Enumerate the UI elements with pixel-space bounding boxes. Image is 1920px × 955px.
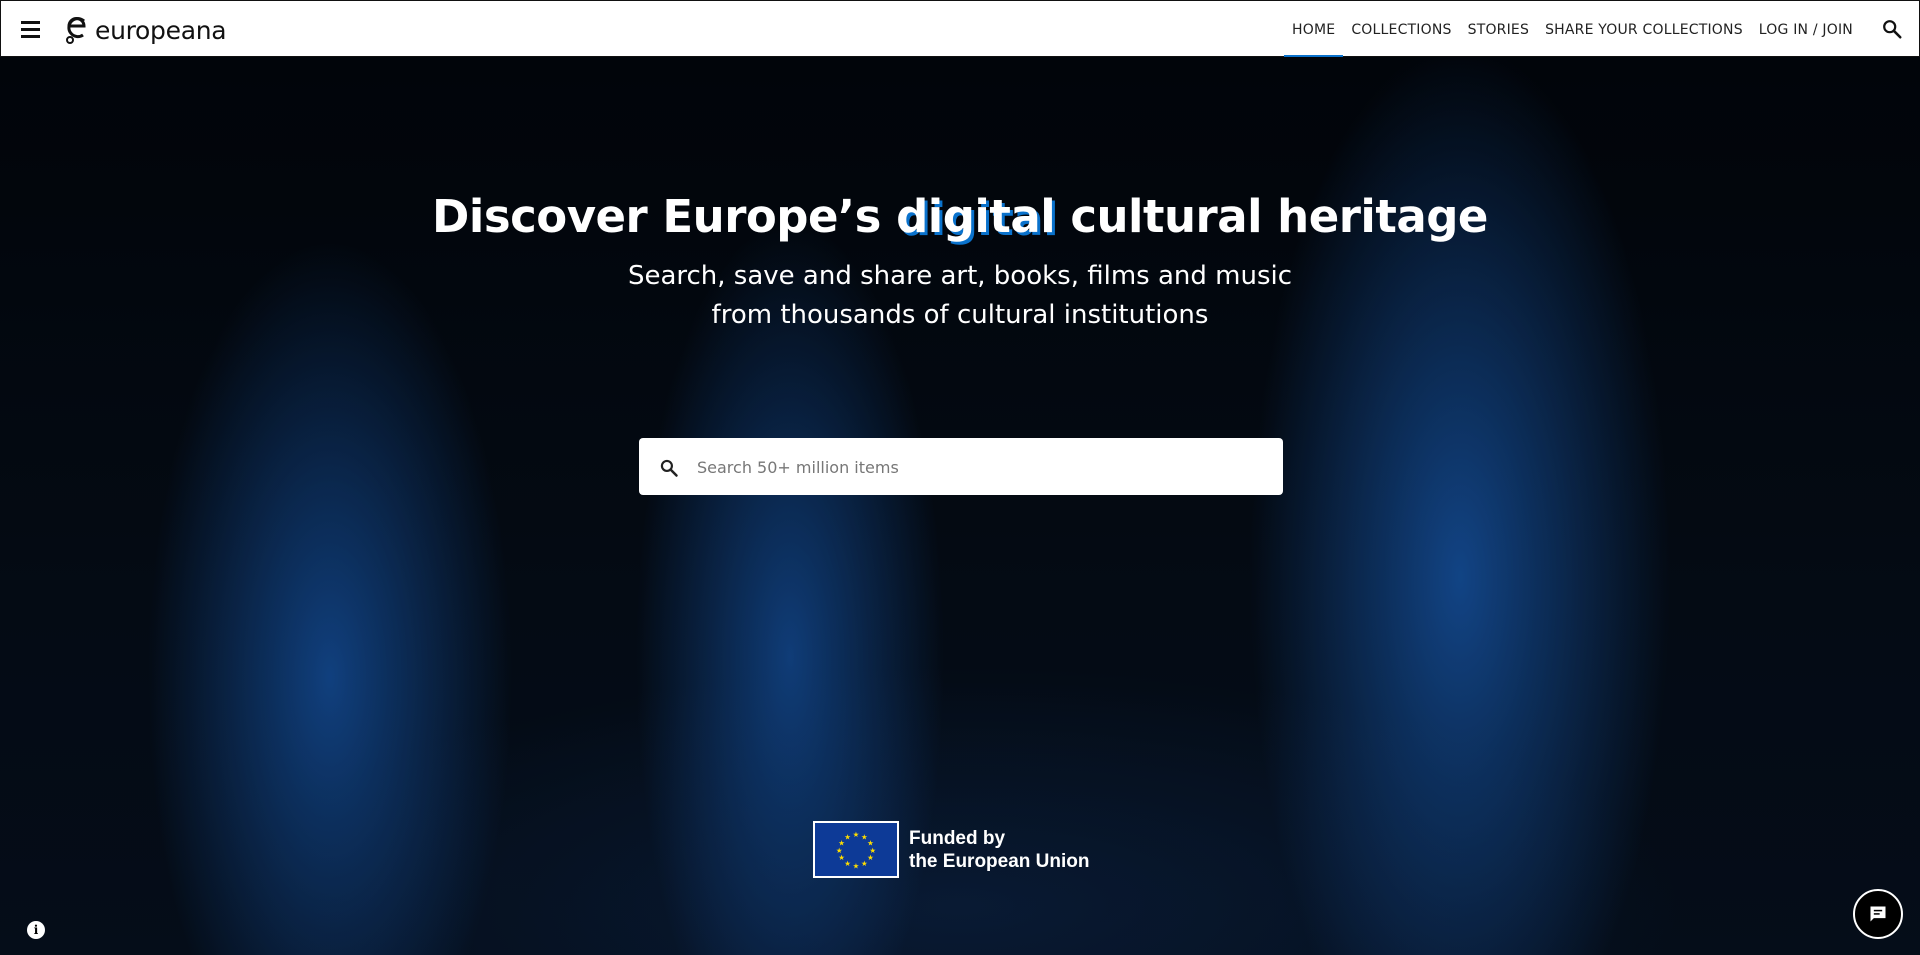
- nav-item-login-join[interactable]: LOG IN / JOIN: [1751, 1, 1861, 58]
- hero-search-box[interactable]: [639, 438, 1283, 497]
- search-icon: [660, 459, 678, 477]
- svg-text:★: ★: [844, 859, 851, 868]
- nav-item-stories[interactable]: STORIES: [1460, 1, 1537, 58]
- hero-title-part2: cultural heritage: [1055, 190, 1488, 243]
- hero-subtitle-line2: from thousands of cultural institutions: [711, 300, 1209, 330]
- chat-feedback-icon[interactable]: [1853, 889, 1903, 939]
- eu-funding-line2: the European Union: [909, 850, 1090, 872]
- hero-title-highlight: digital: [896, 190, 1056, 243]
- nav-item-home[interactable]: HOME: [1284, 1, 1344, 58]
- info-glyph: i: [33, 923, 39, 937]
- chat-bubble-glyph: [1870, 906, 1886, 922]
- hamburger-menu-icon[interactable]: [19, 18, 43, 40]
- eu-funding-line1: Funded by: [909, 827, 1006, 849]
- hero-subtitle: Search, save and share art, books, films…: [0, 257, 1920, 335]
- eu-funding-badge: ★ ★ ★ ★ ★ ★ ★ ★ ★ ★ ★ ★ Funded by the European U…: [813, 821, 1090, 878]
- search-icon[interactable]: [1881, 18, 1903, 40]
- eu-funding-text: Funded by the European Union: [909, 827, 1090, 873]
- nav-item-collections[interactable]: COLLECTIONS: [1343, 1, 1459, 58]
- nav-item-share-your-collections[interactable]: SHARE YOUR COLLECTIONS: [1537, 1, 1751, 58]
- hero-subtitle-line1: Search, save and share art, books, films…: [627, 261, 1293, 291]
- europeana-logo-mark: [66, 17, 86, 44]
- search-input[interactable]: [695, 438, 1269, 497]
- info-icon[interactable]: i: [27, 921, 45, 939]
- hero-title: Discover Europe’s digital cultural herit…: [0, 190, 1920, 243]
- hero-title-part1: Discover Europe’s: [432, 190, 897, 243]
- europeana-logo[interactable]: europeana: [63, 13, 227, 47]
- logo-text: europeana: [95, 15, 227, 45]
- main-nav: HOME COLLECTIONS STORIES SHARE YOUR COLL…: [1284, 1, 1861, 58]
- svg-text:★: ★: [861, 859, 868, 868]
- svg-text:★: ★: [844, 832, 851, 841]
- svg-text:★: ★: [867, 853, 874, 862]
- top-navigation-bar: europeana HOME COLLECTIONS STORIES SHARE…: [0, 0, 1920, 58]
- svg-text:★: ★: [853, 830, 860, 839]
- svg-text:★: ★: [853, 862, 860, 871]
- eu-flag-icon: ★ ★★ ★★★ ★★★ ★★★: [813, 821, 899, 878]
